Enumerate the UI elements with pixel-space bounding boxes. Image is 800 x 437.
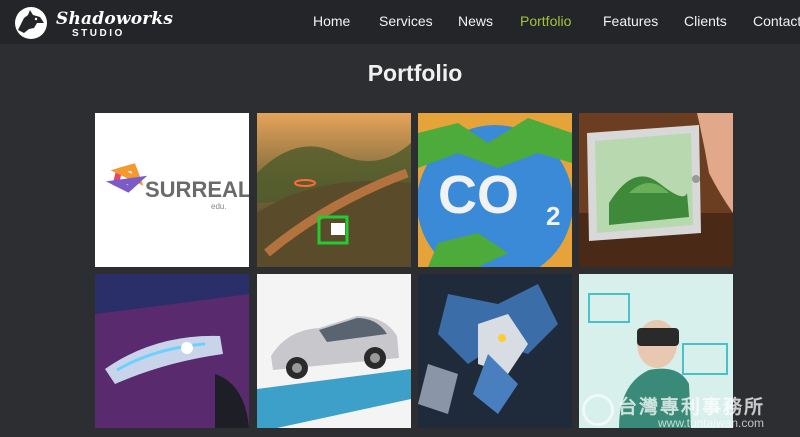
watermark-url: www.tuntaiwan.com: [658, 416, 765, 430]
nav-contact[interactable]: Contact: [753, 13, 800, 29]
watermark-text: 台灣專利事務所: [618, 396, 766, 418]
surreal-subtitle: edu.: [211, 202, 227, 211]
wolf-logo-icon: [15, 7, 47, 39]
silver-car-image: [257, 274, 411, 428]
nav-features[interactable]: Features: [603, 13, 658, 29]
brand-logo[interactable]: Shadoworks STUDIO: [12, 6, 174, 40]
portfolio-item-ar-phone[interactable]: [579, 113, 733, 267]
car-headlight-image: [95, 274, 249, 428]
portfolio-item-surreal[interactable]: SURREAL edu.: [95, 113, 249, 267]
nav-portfolio[interactable]: Portfolio: [520, 13, 571, 29]
portfolio-item-co2-globe[interactable]: CO 2: [418, 113, 572, 267]
surreal-title: SURREAL: [145, 177, 249, 202]
co2-subscript: 2: [546, 201, 560, 231]
watermark-logo-icon: [582, 394, 614, 426]
ar-phone-image: [579, 113, 733, 267]
co2-globe-image: CO 2: [418, 113, 572, 267]
nav-services[interactable]: Services: [379, 13, 433, 29]
portfolio-item-silver-car[interactable]: [257, 274, 411, 428]
portfolio-heading: Portfolio: [367, 60, 463, 86]
watermark: 台灣專利事務所 www.tuntaiwan.com: [578, 388, 800, 437]
nav-news[interactable]: News: [458, 13, 493, 29]
brand-subtitle: STUDIO: [72, 28, 125, 39]
co2-text: CO: [438, 165, 519, 225]
portfolio-item-robot[interactable]: [418, 274, 572, 428]
brand-name: Shadoworks: [56, 9, 174, 29]
portfolio-item-vr-game[interactable]: [257, 113, 411, 267]
nav-clients[interactable]: Clients: [684, 13, 727, 29]
surreal-logo-image: SURREAL edu.: [95, 113, 249, 267]
nav-home[interactable]: Home: [313, 13, 350, 29]
portfolio-item-car-headlight[interactable]: [95, 274, 249, 428]
vr-game-image: [257, 113, 411, 267]
robot-image: [418, 274, 572, 428]
